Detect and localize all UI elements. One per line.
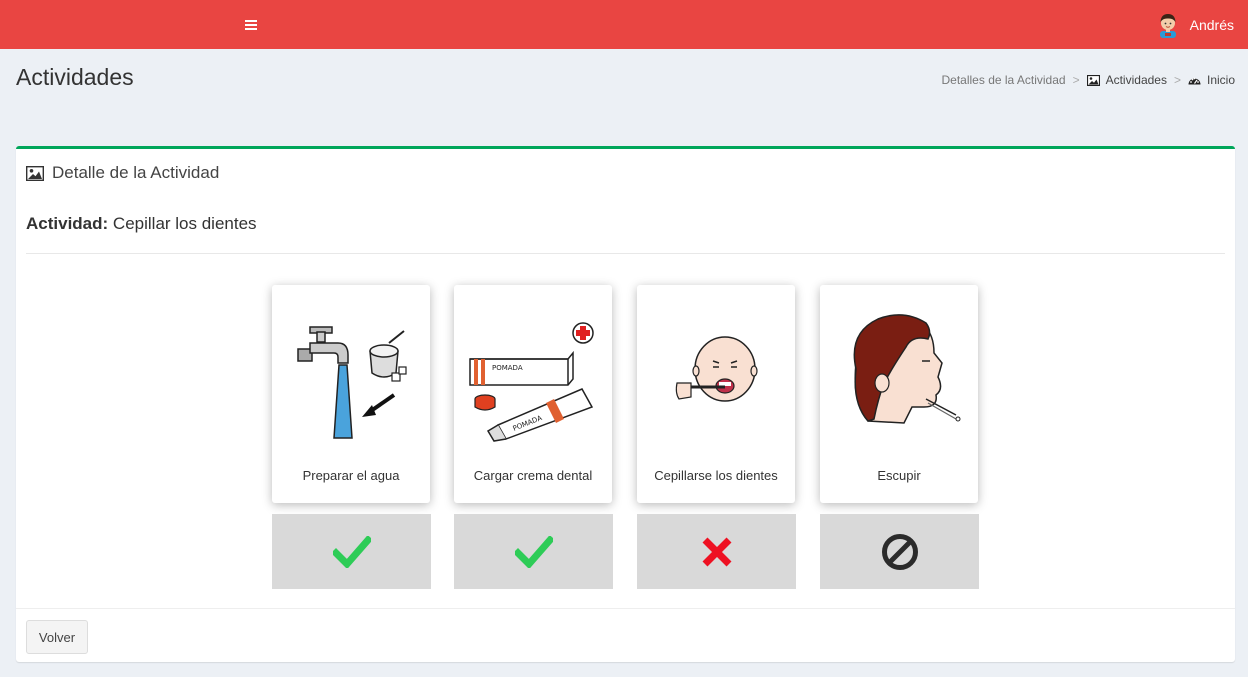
menu-toggle-button[interactable] (240, 14, 262, 36)
breadcrumb-label: Inicio (1206, 73, 1235, 87)
step-card-cargar-crema[interactable]: POMADA POMADA Cargar crema dental (454, 285, 612, 503)
divider (26, 253, 1225, 254)
step-label: Escupir (877, 468, 921, 483)
toothpaste-pictogram: POMADA POMADA (469, 322, 594, 442)
step-card-preparar-agua[interactable]: Preparar el agua (272, 285, 430, 503)
activity-label: Actividad: (26, 214, 109, 233)
spit-pictogram (853, 314, 961, 424)
step-status-escupir[interactable] (820, 514, 979, 589)
box-title: Detalle de la Actividad (52, 163, 220, 182)
breadcrumb-separator: > (1072, 73, 1080, 87)
image-icon (1086, 74, 1100, 86)
activity-name: Cepillar los dientes (112, 214, 257, 233)
hamburger-icon (245, 20, 257, 30)
activity-detail-box: Detalle de la Actividad Actividad: Cepil… (16, 146, 1235, 662)
page-title: Actividades (16, 64, 134, 90)
user-avatar-icon (1159, 14, 1176, 38)
step-card-escupir[interactable]: Escupir (820, 285, 978, 503)
breadcrumb-label: Actividades (1105, 73, 1167, 87)
check-icon (332, 535, 371, 568)
brushing-teeth-pictogram (675, 336, 758, 402)
ban-icon (881, 533, 918, 570)
breadcrumb-item-detalles: Detalles de la Actividad (942, 73, 1066, 87)
breadcrumb: Detalles de la Actividad > Actividades >… (942, 73, 1236, 87)
check-icon (514, 535, 553, 568)
step-status-cepillarse[interactable] (637, 514, 796, 589)
box-header: Detalle de la Actividad (26, 163, 219, 183)
cross-icon (702, 537, 731, 566)
step-label: Cargar crema dental (473, 468, 593, 483)
faucet-water-pictogram (297, 326, 407, 439)
svg-text:POMADA: POMADA (492, 364, 523, 372)
user-name: Andrés (1189, 17, 1234, 33)
breadcrumb-item-inicio[interactable]: Inicio (1188, 73, 1235, 87)
back-button[interactable]: Volver (26, 620, 88, 654)
step-card-cepillarse[interactable]: Cepillarse los dientes (637, 285, 795, 503)
user-menu[interactable]: Andrés (1156, 10, 1234, 40)
divider (16, 608, 1235, 609)
step-label: Preparar el agua (302, 468, 400, 483)
step-status-preparar-agua[interactable] (272, 514, 431, 589)
step-label: Cepillarse los dientes (654, 468, 778, 483)
top-navbar: Andrés (0, 0, 1248, 49)
step-status-cargar-crema[interactable] (454, 514, 613, 589)
breadcrumb-item-actividades[interactable]: Actividades (1086, 73, 1167, 87)
breadcrumb-label: Detalles de la Actividad (941, 73, 1066, 87)
activity-line: Actividad: Cepillar los dientes (26, 214, 257, 234)
image-icon (26, 165, 44, 181)
breadcrumb-separator: > (1173, 73, 1181, 87)
dashboard-icon (1188, 77, 1201, 84)
